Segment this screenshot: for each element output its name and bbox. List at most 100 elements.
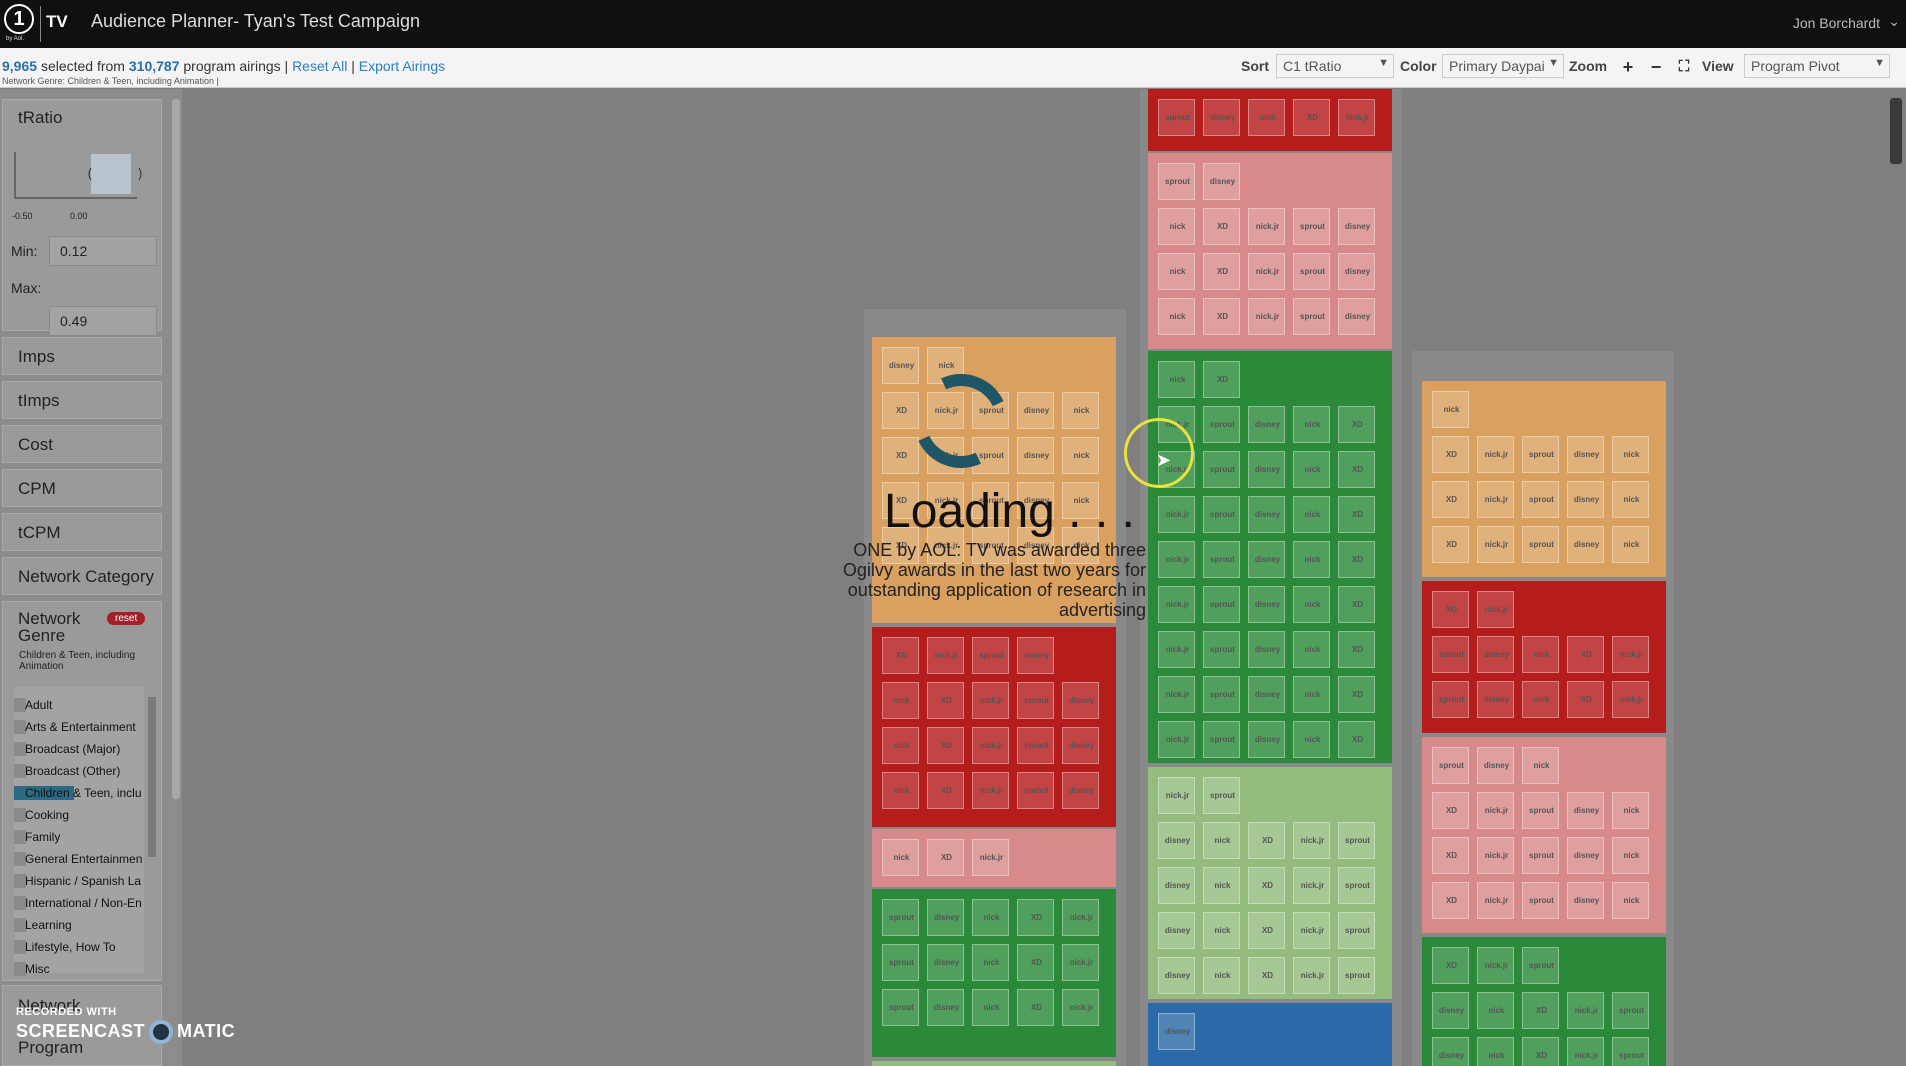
daypart-group[interactable]: XD nick.jr sprout disney nick XD nick.jr sprout… <box>1422 937 1666 1066</box>
genre-item[interactable]: Family <box>14 827 144 847</box>
program-tile[interactable]: nick.jr <box>1567 992 1604 1029</box>
program-tile[interactable]: disney <box>1248 721 1285 758</box>
program-tile[interactable]: nick.jr <box>972 839 1009 876</box>
daypart-group[interactable]: nick.jr sprout disney nick XD nick.jr sprout di… <box>1148 767 1392 999</box>
program-tile[interactable]: disney <box>1248 541 1285 578</box>
program-tile[interactable]: disney <box>1338 253 1375 290</box>
metric-panel-cost[interactable]: Cost <box>2 425 162 463</box>
program-tile[interactable]: disney <box>1477 747 1514 784</box>
program-tile[interactable]: sprout <box>1432 681 1469 718</box>
program-tile[interactable]: nick.jr <box>972 682 1009 719</box>
program-tile[interactable]: XD <box>1017 899 1054 936</box>
program-tile[interactable]: sprout <box>1293 208 1330 245</box>
program-tile[interactable]: nick <box>1203 867 1240 904</box>
one-logo-icon[interactable]: 1 <box>4 4 34 34</box>
program-tile[interactable]: nick.jr <box>1158 721 1195 758</box>
genre-item[interactable]: Learning <box>14 915 144 935</box>
program-tile[interactable]: nick <box>1522 681 1559 718</box>
program-tile[interactable]: nick <box>1293 631 1330 668</box>
program-tile[interactable]: nick.jr <box>1477 436 1514 473</box>
metric-panel-cpm[interactable]: CPM <box>2 469 162 507</box>
program-tile[interactable]: disney <box>1017 637 1054 674</box>
program-tile[interactable]: XD <box>1017 944 1054 981</box>
program-tile[interactable]: nick.jr <box>1477 792 1514 829</box>
program-tile[interactable]: nick <box>1612 436 1649 473</box>
program-tile[interactable]: XD <box>1338 631 1375 668</box>
genre-item[interactable]: Children & Teen, inclu <box>14 783 144 803</box>
program-tile[interactable]: nick.jr <box>1062 944 1099 981</box>
program-tile[interactable]: disney <box>1017 437 1054 474</box>
program-tile[interactable]: nick.jr <box>1062 989 1099 1026</box>
metric-panel-timps[interactable]: tImps <box>2 381 162 419</box>
program-tile[interactable]: sprout <box>1293 253 1330 290</box>
program-tile[interactable]: nick <box>1612 526 1649 563</box>
program-tile[interactable]: sprout <box>1338 912 1375 949</box>
program-tile[interactable]: XD <box>927 682 964 719</box>
program-tile[interactable]: sprout <box>1203 631 1240 668</box>
program-tile[interactable]: nick <box>1432 391 1469 428</box>
program-tile[interactable]: nick <box>1477 1037 1514 1066</box>
sidebar-scroll-thumb[interactable] <box>172 99 180 799</box>
program-tile[interactable]: sprout <box>1338 867 1375 904</box>
program-tile[interactable]: disney <box>1567 481 1604 518</box>
program-tile[interactable]: disney <box>1567 436 1604 473</box>
program-tile[interactable]: disney <box>1248 586 1285 623</box>
program-tile[interactable]: nick.jr <box>1158 586 1195 623</box>
program-tile[interactable]: XD <box>882 637 919 674</box>
program-tile[interactable]: nick <box>1477 992 1514 1029</box>
program-tile[interactable]: nick <box>1062 392 1099 429</box>
program-tile[interactable]: nick.jr <box>1612 681 1649 718</box>
program-tile[interactable]: disney <box>1062 772 1099 809</box>
program-tile[interactable]: XD <box>1248 912 1285 949</box>
metric-panel-network-category[interactable]: Network Category <box>2 557 162 595</box>
program-tile[interactable]: XD <box>1338 406 1375 443</box>
program-tile[interactable]: nick.jr <box>1158 777 1195 814</box>
genre-item[interactable]: Cooking <box>14 805 144 825</box>
program-tile[interactable]: nick.jr <box>1062 899 1099 936</box>
program-tile[interactable]: disney <box>1477 636 1514 673</box>
program-tile[interactable]: sprout <box>882 899 919 936</box>
program-tile[interactable]: disney <box>1567 792 1604 829</box>
program-tile[interactable]: disney <box>1248 676 1285 713</box>
program-tile[interactable]: nick <box>1612 792 1649 829</box>
program-tile[interactable]: sprout <box>1522 947 1559 984</box>
sidebar-scrollbar[interactable] <box>170 89 182 1066</box>
genre-item[interactable]: International / Non-En <box>14 893 144 913</box>
daypart-group[interactable]: sprout disney nick XD nick.jr sprout disney nic… <box>1422 737 1666 933</box>
program-tile[interactable]: nick.jr <box>1248 253 1285 290</box>
program-tile[interactable]: nick <box>1612 882 1649 919</box>
sort-select[interactable]: C1 tRatio ▼ <box>1276 54 1394 78</box>
program-tile[interactable]: sprout <box>1522 882 1559 919</box>
program-tile[interactable]: disney <box>1158 1013 1195 1050</box>
program-tile[interactable]: XD <box>927 727 964 764</box>
program-tile[interactable]: nick.jr <box>1477 481 1514 518</box>
daypart-group[interactable]: disney <box>1148 1003 1392 1066</box>
program-tile[interactable]: nick.jr <box>1612 636 1649 673</box>
zoom-in-button[interactable]: + <box>1617 56 1639 78</box>
program-tile[interactable]: nick <box>1293 451 1330 488</box>
genre-item[interactable]: Broadcast (Other) <box>14 761 144 781</box>
program-tile[interactable]: nick <box>882 772 919 809</box>
program-tile[interactable]: nick.jr <box>1477 882 1514 919</box>
program-tile[interactable]: nick.jr <box>1158 631 1195 668</box>
program-tile[interactable]: nick <box>1158 253 1195 290</box>
program-tile[interactable]: nick <box>882 727 919 764</box>
program-tile[interactable]: nick <box>882 682 919 719</box>
program-tile[interactable]: disney <box>1062 727 1099 764</box>
program-tile[interactable]: sprout <box>1293 298 1330 335</box>
genre-item[interactable]: Misc <box>14 959 144 979</box>
program-tile[interactable]: disney <box>1567 837 1604 874</box>
daypart-group[interactable]: nick XD nick.jr sprout disney nick XD nick.jr sp… <box>1422 381 1666 577</box>
program-tile[interactable]: nick <box>1062 437 1099 474</box>
program-tile[interactable]: sprout <box>1203 721 1240 758</box>
program-tile[interactable]: XD <box>1248 867 1285 904</box>
reset-all-link[interactable]: Reset All <box>292 58 347 74</box>
program-tile[interactable]: disney <box>1017 392 1054 429</box>
genre-item[interactable]: Broadcast (Major) <box>14 739 144 759</box>
program-tile[interactable]: nick.jr <box>1477 947 1514 984</box>
program-tile[interactable]: sprout <box>1338 957 1375 994</box>
program-tile[interactable]: nick.jr <box>1477 526 1514 563</box>
daypart-group[interactable]: sprout disney nick XD nick.jr <box>1148 89 1392 151</box>
program-tile[interactable]: sprout <box>1522 792 1559 829</box>
program-tile[interactable]: sprout <box>1158 163 1195 200</box>
